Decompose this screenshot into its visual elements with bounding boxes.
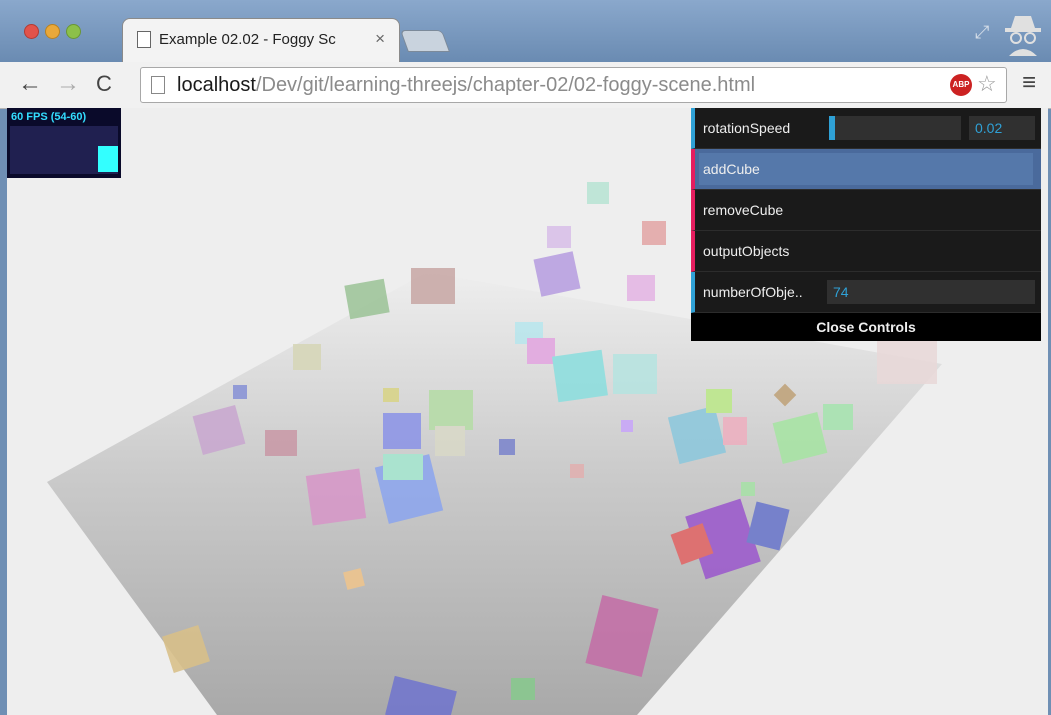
menu-icon[interactable]: ≡ (1022, 69, 1036, 97)
cube (233, 385, 247, 399)
tab-close-icon[interactable]: × (375, 29, 385, 49)
cube (627, 275, 655, 301)
browser-tab[interactable]: Example 02.02 - Foggy Sc × (122, 18, 400, 63)
dat-gui-panel: rotationSpeed 0.02 addCube removeCube ou… (691, 108, 1041, 341)
add-cube-button[interactable]: addCube (691, 149, 1041, 190)
remove-cube-button[interactable]: removeCube (691, 190, 1041, 231)
cube (383, 454, 423, 480)
fps-graph (10, 126, 118, 174)
browser-toolbar: ← → C localhost/Dev/git/learning-threejs… (0, 62, 1051, 109)
rotation-speed-input[interactable]: 0.02 (969, 116, 1035, 140)
fps-bar (98, 146, 118, 172)
forward-icon[interactable]: → (56, 70, 80, 98)
window-maximize-button[interactable] (66, 24, 81, 39)
number-of-objects-label: numberOfObje.. (703, 284, 803, 300)
cube (547, 226, 571, 248)
fps-readout: 60 FPS (54-60) (11, 111, 87, 123)
page-icon (151, 76, 165, 94)
window-close-button[interactable] (24, 24, 39, 39)
cube (823, 404, 853, 430)
cube (877, 340, 937, 384)
cube (305, 468, 367, 526)
cube (587, 182, 609, 204)
cube (621, 420, 633, 432)
webgl-viewport[interactable]: 60 FPS (54-60) rotationSpeed 0.02 addCub… (7, 108, 1048, 715)
fullscreen-icon[interactable]: ⤢ (975, 22, 989, 43)
back-icon[interactable]: ← (18, 70, 42, 98)
rotation-speed-slider-fill (829, 116, 835, 140)
cube (723, 417, 747, 445)
remove-cube-label: removeCube (703, 202, 784, 218)
gui-row-rotation-speed: rotationSpeed 0.02 (691, 108, 1041, 149)
incognito-icon (1005, 16, 1041, 56)
browser-window: Example 02.02 - Foggy Sc × ⤢ ← → C local… (0, 0, 1051, 715)
rotation-speed-slider[interactable] (829, 116, 961, 140)
cube (383, 413, 421, 449)
cube (741, 482, 755, 496)
add-cube-label: addCube (703, 161, 760, 177)
output-objects-label: outputObjects (703, 243, 790, 259)
reload-icon[interactable]: C (96, 71, 112, 97)
gui-row-number-of-objects: numberOfObje.. 74 (691, 272, 1041, 313)
new-tab-button[interactable] (399, 30, 451, 52)
cube (642, 221, 666, 245)
cube (265, 430, 297, 456)
page-icon (137, 31, 151, 48)
cube (511, 678, 535, 700)
title-bar: Example 02.02 - Foggy Sc × ⤢ (0, 0, 1051, 63)
fps-stats-panel[interactable]: 60 FPS (54-60) (7, 108, 121, 178)
cube (383, 388, 399, 402)
cube (435, 426, 465, 456)
cube (706, 389, 732, 413)
cube (533, 251, 581, 297)
cube (429, 390, 473, 430)
cube (613, 354, 657, 394)
cube (570, 464, 584, 478)
close-controls-button[interactable]: Close Controls (691, 313, 1041, 341)
cube (411, 268, 455, 304)
window-minimize-button[interactable] (45, 24, 60, 39)
star-icon[interactable]: ☆ (977, 71, 997, 97)
cube (527, 338, 555, 364)
url-text[interactable]: localhost/Dev/git/learning-threejs/chapt… (177, 74, 755, 97)
tab-title: Example 02.02 - Foggy Sc (159, 31, 336, 48)
output-objects-button[interactable]: outputObjects (691, 231, 1041, 272)
cube (552, 349, 608, 403)
cube (499, 439, 515, 455)
number-of-objects-field[interactable]: 74 (827, 280, 1035, 304)
rotation-speed-label: rotationSpeed (703, 120, 791, 136)
adblock-icon[interactable]: ABP (950, 74, 972, 96)
address-bar[interactable]: localhost/Dev/git/learning-threejs/chapt… (140, 67, 1007, 103)
cube (344, 278, 390, 320)
cube (293, 344, 321, 370)
